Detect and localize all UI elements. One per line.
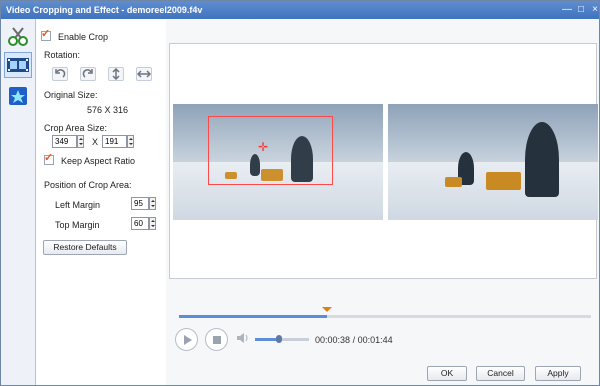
times-symbol: X [92, 137, 99, 147]
cropped-video-preview [388, 104, 598, 220]
spin-up-icon [79, 138, 83, 140]
playback-time: 00:00:38 / 00:01:44 [315, 335, 393, 345]
minimize-icon[interactable]: — [561, 4, 573, 15]
rotation-label: Rotation: [44, 50, 81, 60]
time-separator: / [352, 335, 356, 345]
enable-crop-checkbox[interactable]: ✓ [41, 29, 51, 41]
rotate-right-button[interactable] [80, 67, 96, 81]
spin-up-icon [129, 138, 133, 140]
flip-horizontal-icon [136, 70, 152, 78]
volume-knob[interactable] [276, 335, 283, 343]
star-effect-icon [9, 87, 27, 105]
spin-up-icon [151, 220, 155, 222]
keep-aspect-ratio-checkbox[interactable]: ✓ [44, 153, 54, 165]
crop-height-input[interactable] [103, 136, 126, 147]
rotate-left-icon [55, 69, 66, 78]
top-margin-spinner[interactable] [149, 217, 156, 230]
ok-button[interactable]: OK [427, 366, 467, 381]
video-preview-tab[interactable] [4, 52, 32, 78]
sled [445, 177, 462, 187]
flip-vertical-button[interactable] [108, 67, 124, 81]
left-margin-field[interactable] [131, 197, 149, 210]
current-time: 00:00:38 [315, 335, 351, 345]
restore-defaults-button[interactable]: Restore Defaults [43, 240, 127, 255]
scissors-icon [8, 27, 28, 46]
close-icon[interactable]: × [589, 4, 600, 15]
crosshair-icon[interactable]: ✛ [258, 141, 270, 153]
timeline-progress [179, 315, 328, 318]
crop-selection-rectangle[interactable] [208, 116, 333, 185]
spin-down-icon [79, 143, 83, 145]
left-tool-sidebar [1, 19, 36, 385]
left-margin-label: Left Margin [55, 200, 101, 210]
preview-area: ✛ [169, 43, 598, 279]
polar-explorer-figure [525, 122, 559, 197]
crop-height-spinner[interactable] [127, 135, 134, 148]
crop-width-spinner[interactable] [77, 135, 84, 148]
volume-icon[interactable] [236, 332, 251, 344]
total-time: 00:01:44 [357, 335, 393, 345]
stop-button[interactable] [205, 328, 228, 351]
original-size-value: 576 X 316 [87, 105, 129, 115]
spin-down-icon [151, 225, 155, 227]
top-margin-label: Top Margin [55, 220, 100, 230]
flip-horizontal-button[interactable] [136, 67, 152, 81]
spin-down-icon [129, 143, 133, 145]
crop-height-field[interactable] [102, 135, 127, 148]
rotate-right-icon [82, 69, 93, 78]
stop-icon [213, 336, 221, 344]
flip-vertical-icon [112, 67, 120, 81]
cancel-button[interactable]: Cancel [476, 366, 525, 381]
timeline-position-marker[interactable] [322, 307, 333, 312]
source-video-preview[interactable]: ✛ [173, 104, 383, 220]
title-bar: Video Cropping and Effect - demoreel2009… [1, 1, 599, 19]
window-title: Video Cropping and Effect - demoreel2009… [6, 5, 203, 15]
top-margin-field[interactable] [131, 217, 149, 230]
crop-width-field[interactable] [52, 135, 77, 148]
original-size-label: Original Size: [44, 90, 98, 100]
play-button[interactable] [175, 328, 198, 351]
crop-width-input[interactable] [53, 136, 76, 147]
crop-area-size-label: Crop Area Size: [44, 123, 108, 133]
spin-down-icon [151, 205, 155, 207]
video-cropping-window: Video Cropping and Effect - demoreel2009… [0, 0, 600, 386]
left-margin-input[interactable] [132, 198, 148, 209]
left-margin-spinner[interactable] [149, 197, 156, 210]
maximize-icon[interactable]: □ [575, 4, 587, 15]
volume-slider[interactable] [255, 335, 309, 343]
spin-up-icon [151, 200, 155, 202]
enable-crop-label: Enable Crop [58, 32, 109, 42]
snow-ground [388, 162, 598, 220]
crop-tool-tab[interactable] [4, 23, 32, 49]
play-icon [184, 335, 192, 345]
effect-tab[interactable] [4, 83, 32, 109]
sky-background [388, 104, 598, 162]
top-margin-input[interactable] [132, 218, 148, 229]
sled [486, 172, 521, 190]
crop-area-position-label: Position of Crop Area: [44, 180, 132, 190]
playback-timeline[interactable] [179, 315, 591, 318]
film-strip-icon [7, 58, 29, 72]
crop-settings-panel: ✓ Enable Crop Rotation: Original Size: 5… [36, 19, 166, 385]
rotate-left-button[interactable] [52, 67, 68, 81]
apply-button[interactable]: Apply [535, 366, 581, 381]
keep-aspect-ratio-label: Keep Aspect Ratio [61, 156, 136, 166]
